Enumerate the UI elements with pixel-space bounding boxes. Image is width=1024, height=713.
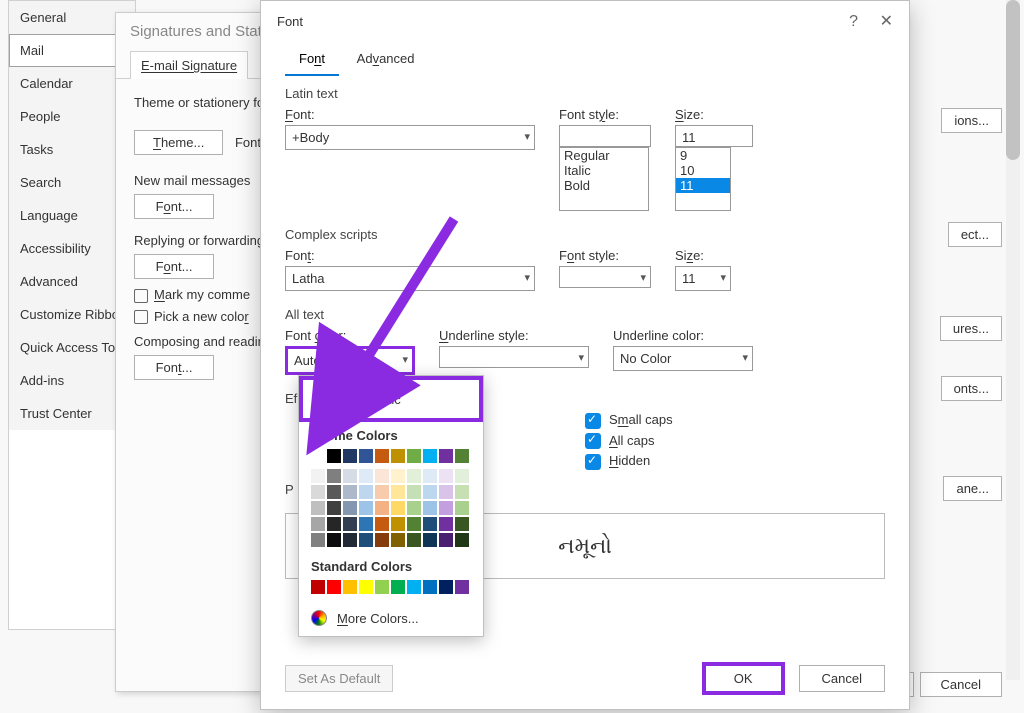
palette-icon: [311, 610, 327, 626]
help-icon[interactable]: ?: [849, 13, 858, 30]
size-input[interactable]: 11: [675, 125, 753, 147]
font-dialog-title: Font: [277, 14, 303, 29]
size-list[interactable]: 9 10 11: [675, 147, 731, 211]
latin-font-label: Font:: [285, 107, 535, 122]
hidden-checkbox[interactable]: [585, 454, 601, 470]
set-default-button[interactable]: Set As Default: [285, 665, 393, 692]
font-style-list[interactable]: Regular Italic Bold: [559, 147, 649, 211]
reply-font-button[interactable]: Font...: [134, 254, 214, 279]
annotation-arrow-icon: [324, 209, 474, 402]
compose-font-button[interactable]: Font...: [134, 355, 214, 380]
theme-color-shades[interactable]: [311, 469, 471, 547]
standard-colors-title: Standard Colors: [311, 559, 471, 574]
bg-button-ane[interactable]: ane...: [943, 476, 1002, 501]
pick-color-checkbox[interactable]: [134, 310, 148, 324]
bg-button-ures[interactable]: ures...: [940, 316, 1002, 341]
theme-color-row[interactable]: [311, 449, 471, 463]
complex-size-combo[interactable]: 11: [675, 266, 731, 291]
font-style-input[interactable]: [559, 125, 651, 147]
complex-size-label: Size:: [675, 248, 753, 263]
vertical-scrollbar[interactable]: [1006, 0, 1020, 680]
standard-color-row[interactable]: [311, 580, 471, 594]
bg-button-ions[interactable]: ions...: [941, 108, 1002, 133]
tab-email-signature[interactable]: E-mail Signature: [130, 51, 248, 79]
close-icon[interactable]: ✕: [880, 13, 893, 30]
tab-font[interactable]: Font: [285, 41, 339, 76]
bg-button-ect[interactable]: ect...: [948, 222, 1002, 247]
bg-cancel-button[interactable]: Cancel: [920, 672, 1002, 697]
size-label: Size:: [675, 107, 753, 122]
font-style-label: Font style:: [559, 107, 651, 122]
cancel-button[interactable]: Cancel: [799, 665, 885, 692]
underline-color-combo[interactable]: No Color: [613, 346, 753, 371]
theme-colors-title: Theme Colors: [311, 428, 471, 443]
latin-text-label: Latin text: [285, 86, 885, 101]
ok-button[interactable]: OK: [702, 662, 785, 695]
complex-style-combo[interactable]: [559, 266, 651, 288]
underline-color-label: Underline color:: [613, 328, 753, 343]
mark-comments-checkbox[interactable]: [134, 289, 148, 303]
all-caps-checkbox[interactable]: [585, 433, 601, 449]
small-caps-checkbox[interactable]: [585, 413, 601, 429]
complex-style-label: Font style:: [559, 248, 651, 263]
theme-button[interactable]: Theme...: [134, 130, 223, 155]
scrollbar-thumb[interactable]: [1006, 0, 1020, 160]
more-colors-row[interactable]: More Colors...: [299, 600, 483, 636]
font-color-dropdown: Automatic Theme Colors Standard Colors M…: [298, 375, 484, 637]
new-mail-font-button[interactable]: Font...: [134, 194, 214, 219]
latin-font-combo[interactable]: +Body: [285, 125, 535, 150]
bg-button-onts[interactable]: onts...: [941, 376, 1002, 401]
tab-advanced[interactable]: Advanced: [343, 41, 429, 76]
